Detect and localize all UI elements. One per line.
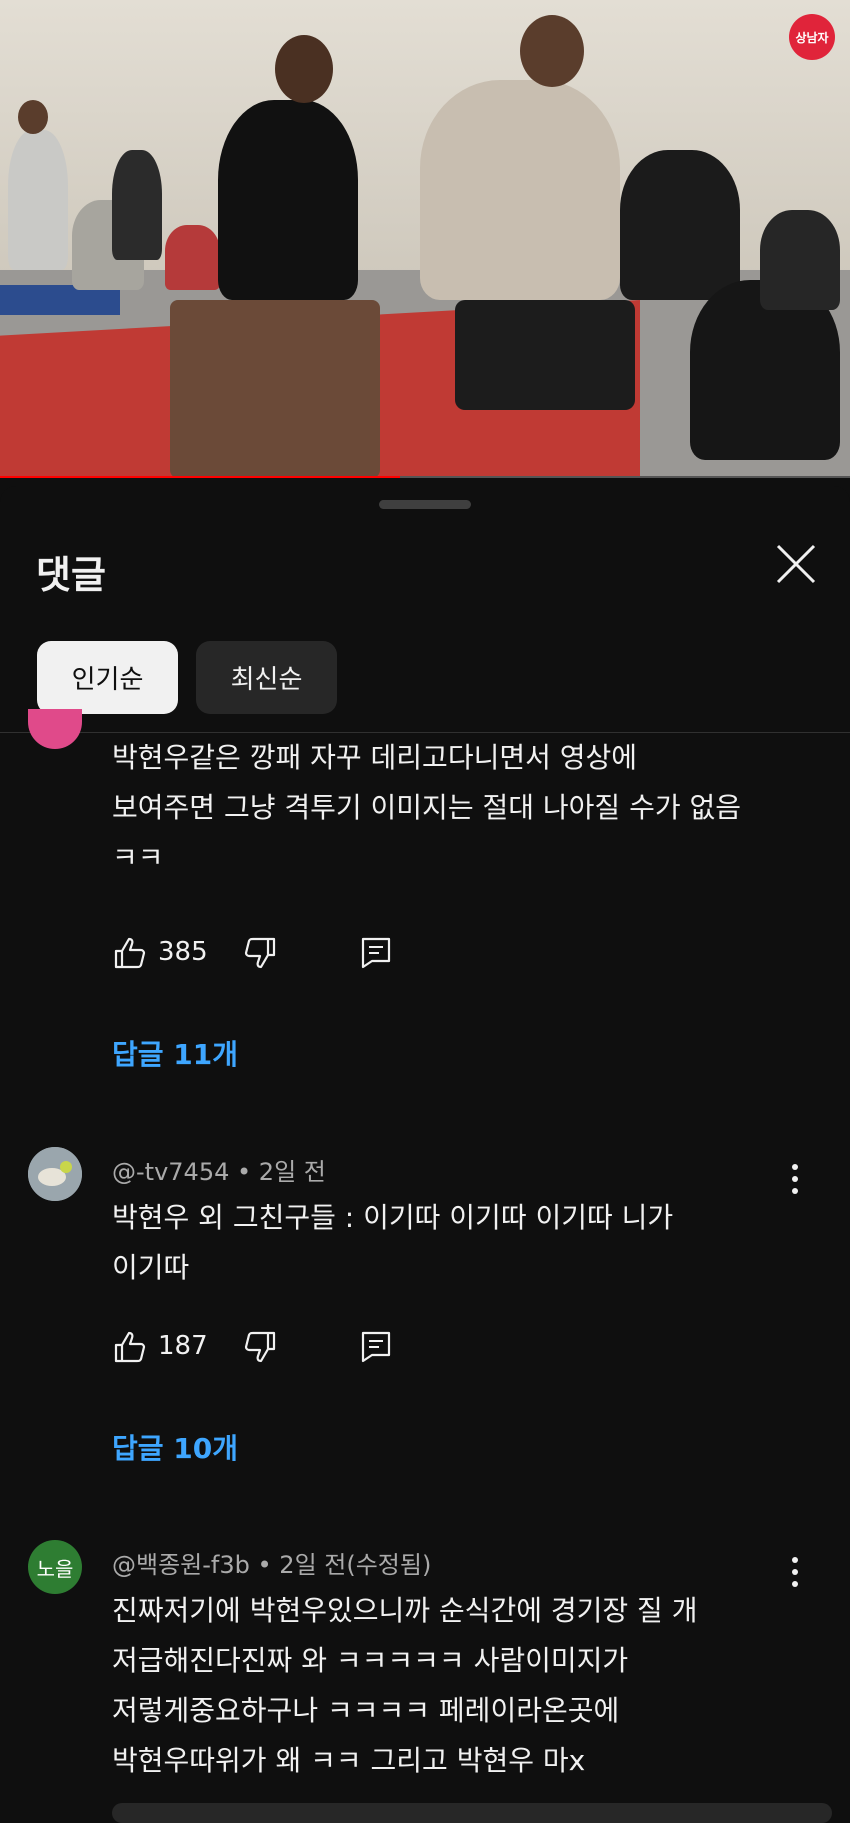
comment-text: 박현우 외 그친구들 : 이기따 이기따 이기따 니가 이기따 [112,1193,792,1293]
comment-line: 박현우 외 그친구들 : 이기따 이기따 이기따 니가 [112,1201,674,1234]
comment-time: 2일 전(수정됨) [279,1551,432,1579]
view-replies-link[interactable]: 답글 11개 [112,1033,238,1073]
close-icon [776,544,816,584]
video-player[interactable]: 상남자 [0,0,850,478]
fighter-right-head [520,15,584,87]
view-replies-link[interactable]: 답글 10개 [112,1427,238,1467]
comment-line: ㅋㅋ [112,841,164,874]
meta-separator: • [257,1551,280,1579]
comment-actions: 187 [112,1329,512,1369]
like-icon[interactable] [112,935,148,971]
sort-chip-newest[interactable]: 최신순 [196,641,337,714]
comment-author[interactable]: @백종원-f3b [112,1551,250,1579]
avatar[interactable]: 노을 [28,1540,82,1594]
comment-input-bar[interactable] [112,1803,832,1823]
dislike-icon[interactable] [242,935,278,971]
drag-handle[interactable] [379,500,471,509]
avatar-text: 노을 [36,1556,74,1581]
comment-meta: @-tv7454 • 2일 전 [112,1152,326,1187]
avatar[interactable] [28,1147,82,1201]
close-button[interactable] [768,536,824,592]
fighter-left-head [275,35,333,103]
comment-time: 2일 전 [258,1158,326,1186]
comment-line: 이기따 [112,1251,190,1284]
comment-line: 저렇게중요하구나 ㅋㅋㅋㅋ 페레이라온곳에 [112,1694,620,1727]
comment-meta: @백종원-f3b • 2일 전(수정됨) [112,1545,431,1580]
fighter-left [218,100,358,300]
meta-separator: • [237,1158,259,1186]
comments-title: 댓글 [36,553,106,597]
sort-chip-popular[interactable]: 인기순 [37,641,178,714]
comment-text: 박현우같은 깡패 자꾸 데리고다니면서 영상에 보여주면 그냥 격투기 이미지는… [112,733,792,883]
dislike-icon[interactable] [242,1329,278,1365]
comment-line: 보여주면 그냥 격투기 이미지는 절대 나아질 수가 없음 [112,791,742,824]
reply-icon[interactable] [358,1329,394,1365]
spectator [165,225,220,290]
comment-line: 저급해진다진짜 와 ㅋㅋㅋㅋㅋ 사람이미지가 [112,1644,629,1677]
comment-actions: 385 [112,935,512,975]
spectator [760,210,840,310]
comment-author[interactable]: @-tv7454 [112,1158,229,1186]
avatar-image [28,1147,82,1201]
like-count: 385 [158,937,208,967]
fighter-right [420,80,620,300]
spectator [620,150,740,300]
channel-logo-badge: 상남자 [789,14,835,60]
video-progress-fill [0,476,400,478]
fighter-right-shorts [455,300,635,410]
video-progress-bar[interactable] [0,476,850,478]
spectator-head [18,100,48,134]
like-icon[interactable] [112,1329,148,1365]
comment-line: 박현우따위가 왜 ㅋㅋ 그리고 박현우 마x [112,1744,586,1777]
fighter-left-legs [170,300,380,478]
spectator [8,130,68,270]
comment-line: 진짜저기에 박현우있으니까 순식간에 경기장 질 개 [112,1594,698,1627]
comment-text: 진짜저기에 박현우있으니까 순식간에 경기장 질 개 저급해진다진짜 와 ㅋㅋㅋ… [112,1586,792,1786]
comment-line: 박현우같은 깡패 자꾸 데리고다니면서 영상에 [112,741,638,774]
reply-icon[interactable] [358,935,394,971]
spectator [112,150,162,260]
like-count: 187 [158,1331,208,1361]
